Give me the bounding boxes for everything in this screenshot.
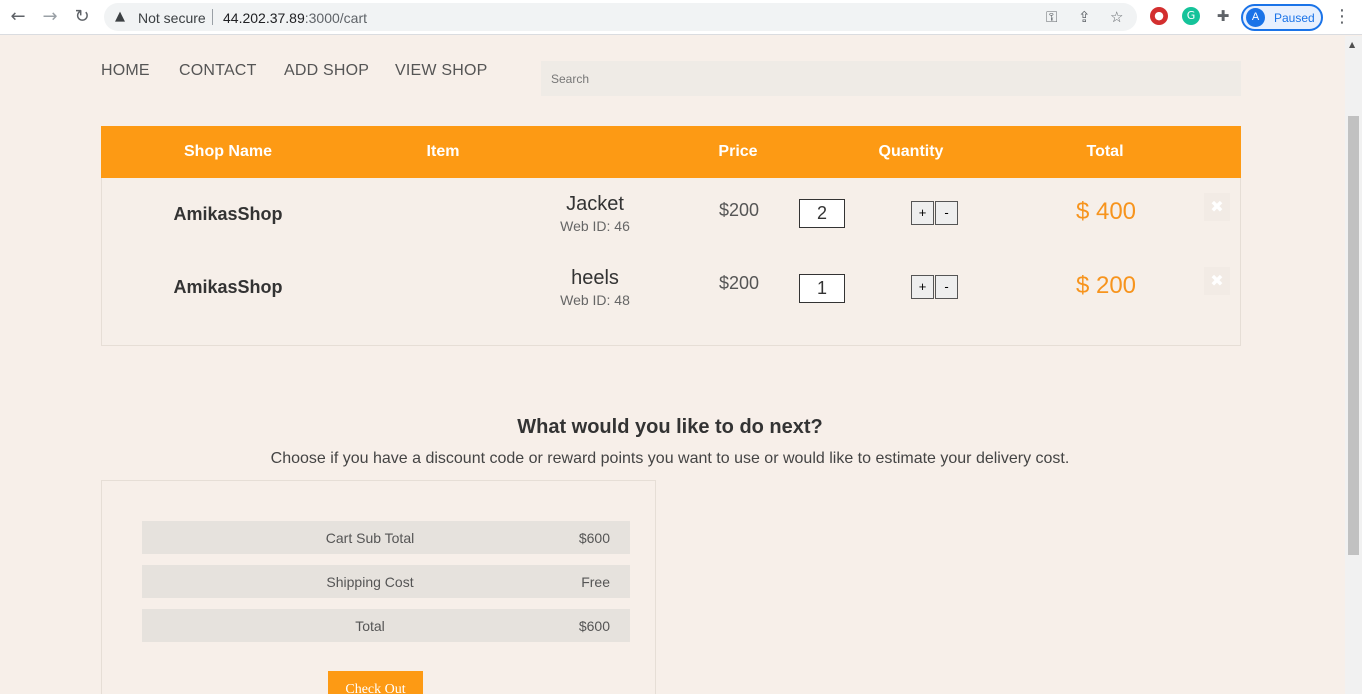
header-quantity: Quantity [878, 143, 944, 160]
kebab-menu-icon[interactable]: ⋮ [1333, 6, 1351, 27]
summary-row-shipping: Shipping Cost Free [142, 565, 630, 598]
row-price: $200 [718, 273, 760, 293]
row-shop-name: AmikasShop [173, 204, 283, 224]
row-total: $ 200 [1075, 272, 1137, 299]
next-steps-heading: What would you like to do next? [517, 416, 823, 438]
summary-label: Cart Sub Total [325, 530, 415, 546]
key-icon[interactable]: ⚿ [1046, 8, 1057, 26]
summary-value: $600 [578, 618, 610, 634]
forward-arrow-icon[interactable]: → [39, 6, 61, 28]
scroll-up-arrow-icon[interactable]: ▲ [1349, 40, 1355, 49]
header-total: Total [1086, 143, 1124, 160]
summary-value: $600 [578, 530, 610, 546]
nav-link-add-shop[interactable]: ADD SHOP [284, 62, 369, 80]
row-price: $200 [718, 200, 760, 220]
address-separator [212, 9, 213, 25]
profile-status: Paused [1274, 11, 1315, 25]
share-icon[interactable]: ⇪ [1078, 8, 1091, 26]
remove-item-icon[interactable]: ✖ [1204, 267, 1230, 295]
search-input[interactable] [541, 61, 1241, 96]
summary-label: Shipping Cost [326, 574, 414, 590]
remove-item-icon[interactable]: ✖ [1204, 193, 1230, 221]
bookmark-star-icon[interactable]: ☆ [1110, 8, 1123, 26]
nav-link-contact[interactable]: CONTACT [179, 62, 257, 80]
browser-toolbar: ← → ↻ ▲ Not secure 44.202.37.89:3000/car… [0, 0, 1362, 35]
address-bar[interactable]: ▲ Not secure 44.202.37.89:3000/cart ⚿ ⇪ … [104, 3, 1137, 31]
cart-table-header: Shop Name Item Price Quantity Total [101, 126, 1241, 178]
nav-link-view-shop[interactable]: VIEW SHOP [395, 62, 487, 80]
row-web-id: Web ID: 48 [560, 292, 630, 308]
header-item: Item [426, 143, 460, 160]
url-path: :3000/cart [304, 10, 368, 26]
puzzle-extensions-icon[interactable]: ✚ [1214, 7, 1232, 25]
summary-value: Free [581, 574, 610, 590]
quantity-input[interactable] [799, 274, 845, 303]
increase-quantity-button[interactable]: + [911, 201, 934, 225]
profile-button[interactable]: A Paused [1241, 4, 1323, 31]
header-price: Price [718, 143, 758, 160]
security-label[interactable]: Not secure [138, 10, 206, 26]
warning-triangle-icon[interactable]: ▲ [115, 9, 125, 24]
checkout-button[interactable]: Check Out [328, 671, 423, 694]
grammarly-icon[interactable]: G [1182, 7, 1200, 25]
scrollbar-thumb[interactable] [1348, 116, 1359, 555]
summary-label: Total [355, 618, 385, 634]
decrease-quantity-button[interactable]: - [935, 275, 958, 299]
avatar: A [1246, 8, 1265, 27]
decrease-quantity-button[interactable]: - [935, 201, 958, 225]
extension-apple-icon[interactable]: ● [1150, 7, 1168, 25]
back-arrow-icon[interactable]: ← [7, 6, 29, 28]
row-item-name: heels [571, 267, 619, 289]
row-shop-name: AmikasShop [173, 277, 283, 297]
nav-link-home[interactable]: HOME [101, 62, 150, 80]
quantity-input[interactable] [799, 199, 845, 228]
url-text[interactable]: 44.202.37.89:3000/cart [223, 10, 367, 26]
next-steps-description: Choose if you have a discount code or re… [270, 450, 1070, 467]
row-item-name: Jacket [566, 193, 624, 215]
increase-quantity-button[interactable]: + [911, 275, 934, 299]
reload-icon[interactable]: ↻ [71, 6, 93, 28]
url-host: 44.202.37.89 [223, 10, 305, 26]
row-web-id: Web ID: 46 [560, 218, 630, 234]
summary-row-total: Total $600 [142, 609, 630, 642]
summary-row-subtotal: Cart Sub Total $600 [142, 521, 630, 554]
row-total: $ 400 [1075, 198, 1137, 225]
header-shop-name: Shop Name [183, 143, 273, 160]
